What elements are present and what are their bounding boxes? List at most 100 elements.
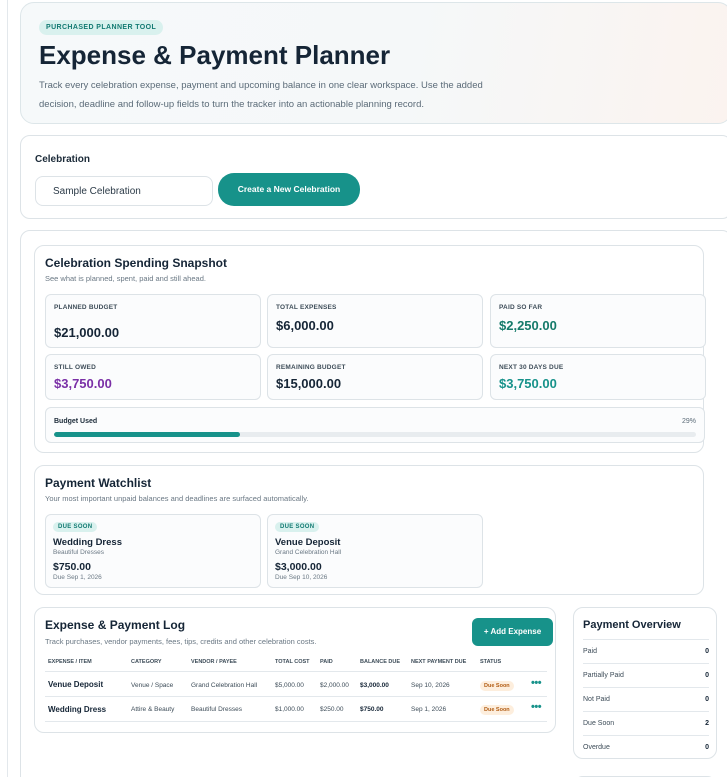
watchlist-subtitle: Your most important unpaid balances and … [45, 494, 309, 503]
hero-banner: PURCHASED PLANNER TOOL Expense & Payment… [20, 2, 727, 124]
overview-label: Partially Paid [583, 672, 624, 679]
cell-vendor: Beautiful Dresses [191, 706, 242, 713]
cell-total: $1,000.00 [275, 706, 304, 713]
watch-item-name: Wedding Dress [53, 537, 122, 548]
stat-value: $3,750.00 [499, 376, 557, 391]
cell-item: Venue Deposit [48, 680, 104, 689]
watch-item-due-date: Due Sep 10, 2026 [275, 574, 328, 581]
stat-label: REMAINING BUDGET [276, 364, 346, 371]
budget-used-label: Budget Used [54, 418, 98, 425]
overview-row-not-paid: Not Paid 0 [583, 687, 709, 711]
page-left-border [7, 0, 8, 777]
cell-next-due: Sep 10, 2026 [411, 682, 450, 689]
watch-item-amount: $750.00 [53, 561, 91, 573]
overview-count: 0 [705, 744, 709, 751]
stat-value: $3,750.00 [54, 376, 112, 391]
cell-total: $5,000.00 [275, 682, 304, 689]
stat-label: NEXT 30 DAYS DUE [499, 364, 564, 371]
stat-value: $15,000.00 [276, 376, 342, 391]
overview-row-partially-paid: Partially Paid 0 [583, 663, 709, 687]
add-expense-button[interactable]: + Add Expense [472, 618, 553, 646]
status-badge: Due Soon [480, 681, 514, 691]
watch-item-name: Venue Deposit [275, 537, 341, 548]
budget-progress-track [54, 432, 696, 437]
overview-label: Due Soon [583, 720, 615, 727]
payment-watchlist-card: Payment Watchlist Your most important un… [34, 465, 704, 595]
tool-pill: PURCHASED PLANNER TOOL [39, 20, 164, 35]
watch-item-amount: $3,000.00 [275, 561, 322, 573]
divider [45, 671, 547, 672]
snapshot-title: Celebration Spending Snapshot [45, 256, 228, 270]
watchlist-title: Payment Watchlist [45, 476, 152, 490]
due-soon-badge: DUE SOON [275, 522, 320, 532]
cell-balance: $3,000.00 [360, 682, 389, 689]
payment-overview-card: Payment Overview Paid 0 Partially Paid 0… [573, 607, 717, 759]
cell-paid: $2,000.00 [320, 682, 349, 689]
snapshot-subtitle: See what is planned, spent, paid and sti… [45, 274, 206, 283]
more-actions-icon[interactable]: ••• [531, 701, 542, 713]
column-header: NEXT PAYMENT DUE [411, 659, 467, 665]
column-header: VENDOR / PAYEE [191, 659, 237, 665]
overview-label: Paid [583, 648, 598, 655]
overview-label: Not Paid [583, 696, 610, 703]
status-badge: Due Soon [480, 705, 514, 715]
cell-vendor: Grand Celebration Hall [191, 682, 258, 689]
watchlist-item[interactable]: DUE SOON Venue Deposit Grand Celebration… [267, 514, 483, 588]
more-actions-icon[interactable]: ••• [531, 677, 542, 689]
stat-value: $21,000.00 [54, 325, 120, 340]
create-celebration-button[interactable]: Create a New Celebration [218, 173, 360, 206]
stat-remaining-budget: REMAINING BUDGET $15,000.00 [267, 354, 483, 400]
due-soon-badge: DUE SOON [53, 522, 98, 532]
log-title: Expense & Payment Log [45, 618, 186, 632]
watch-item-vendor: Beautiful Dresses [53, 549, 104, 556]
overview-count: 0 [705, 696, 709, 703]
overview-row-paid: Paid 0 [583, 639, 709, 663]
column-header: STATUS [480, 659, 502, 665]
watch-item-vendor: Grand Celebration Hall [275, 549, 342, 556]
stat-value: $6,000.00 [276, 318, 334, 333]
stat-value: $2,250.00 [499, 318, 557, 333]
cell-category: Attire & Beauty [131, 706, 175, 713]
overview-count: 0 [705, 672, 709, 679]
page-description: Track every celebration expense, payment… [39, 80, 483, 110]
watchlist-item[interactable]: DUE SOON Wedding Dress Beautiful Dresses… [45, 514, 261, 588]
stat-label: TOTAL EXPENSES [276, 304, 337, 311]
column-header: BALANCE DUE [360, 659, 401, 665]
cell-item: Wedding Dress [48, 705, 107, 714]
overview-row-due-soon: Due Soon 2 [583, 711, 709, 735]
stat-label: PLANNED BUDGET [54, 304, 118, 311]
overview-title: Payment Overview [583, 619, 681, 631]
overview-count: 0 [705, 648, 709, 655]
overview-count: 2 [705, 720, 709, 727]
stat-paid-so-far: PAID SO FAR $2,250.00 [490, 294, 706, 348]
cell-category: Venue / Space [131, 682, 174, 689]
stat-label: PAID SO FAR [499, 304, 543, 311]
cell-paid: $250.00 [320, 706, 344, 713]
budget-progress-fill [54, 432, 241, 437]
log-subtitle: Track purchases, vendor payments, fees, … [45, 637, 317, 646]
cell-next-due: Sep 1, 2026 [411, 706, 447, 713]
budget-used-percent: 29% [681, 418, 696, 425]
column-header: EXPENSE / ITEM [48, 659, 92, 665]
stat-planned-budget: PLANNED BUDGET $21,000.00 [45, 294, 261, 348]
watch-item-due-date: Due Sep 1, 2026 [53, 574, 102, 581]
stat-total-expenses: TOTAL EXPENSES $6,000.00 [267, 294, 483, 348]
celebration-selector-card: Celebration Sample Celebration Create a … [20, 135, 727, 219]
divider [45, 721, 547, 722]
budget-used-meter: Budget Used 29% [45, 407, 705, 443]
divider [45, 696, 547, 697]
column-header: CATEGORY [131, 659, 162, 665]
expense-log-card: Expense & Payment Log Track purchases, v… [34, 607, 556, 733]
column-header: PAID [320, 659, 333, 665]
stat-still-owed: STILL OWED $3,750.00 [45, 354, 261, 400]
stat-label: STILL OWED [54, 364, 96, 371]
cell-balance: $750.00 [360, 706, 384, 713]
spending-snapshot-card: Celebration Spending Snapshot See what i… [34, 245, 706, 453]
celebration-label: Celebration [35, 154, 91, 165]
overview-label: Overdue [583, 744, 610, 751]
planner-workspace: Celebration Spending Snapshot See what i… [20, 230, 727, 777]
page-title: Expense & Payment Planner [39, 40, 391, 70]
column-header: TOTAL COST [275, 659, 310, 665]
overview-row-overdue: Overdue 0 [583, 735, 709, 759]
celebration-select[interactable]: Sample Celebration [35, 176, 213, 206]
